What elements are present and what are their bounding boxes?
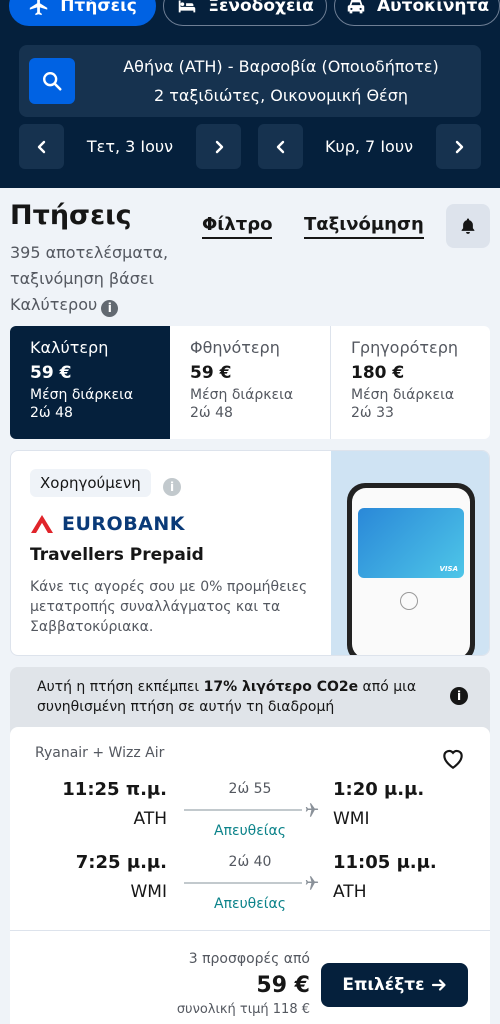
- stops-label: Απευθείας: [214, 896, 286, 912]
- depart-date[interactable]: Τετ, 3 Ιουν: [70, 124, 190, 169]
- departure-time: 11:25 π.μ.: [62, 779, 167, 800]
- route-line: [184, 882, 302, 884]
- search-icon: [43, 72, 62, 91]
- divider: [10, 930, 490, 931]
- flight-leg-return: 7:25 μ.μ. WMI 2ώ 40 Απευθείας 11:05 μ.μ.…: [10, 852, 490, 912]
- sort-option-label: Φθηνότερη: [190, 338, 280, 357]
- eco-text-before: Αυτή η πτήση εκπέμπει: [37, 679, 204, 695]
- tab-hotels-label: Ξενοδοχεία: [208, 0, 314, 16]
- arrival-time: 11:05 μ.μ.: [333, 852, 437, 873]
- offers-count: 3 προσφορές από: [188, 951, 310, 967]
- sort-option-duration: 2ώ 33: [351, 405, 394, 421]
- eco-highlight: 17% λιγότερο CO2e: [203, 679, 359, 695]
- ad-image: VISA: [331, 451, 489, 655]
- arrival-airport: WMI: [333, 809, 370, 829]
- results-summary: 395 αποτελέσματα, ταξινόμηση βάσει Καλύτ…: [10, 240, 200, 318]
- search-route: Αθήνα (ATH) - Βαρσοβία (Οποιοδήποτε): [123, 57, 439, 76]
- stops-label: Απευθείας: [214, 823, 286, 839]
- flight-duration: 2ώ 40: [228, 854, 272, 870]
- tab-cars[interactable]: Αυτοκίνητα: [334, 0, 500, 26]
- tab-flights-label: Πτήσεις: [60, 0, 137, 16]
- eurobank-logo: EUROBANK: [30, 513, 185, 535]
- airline-names: Ryanair + Wizz Air: [35, 745, 165, 761]
- tab-cars-label: Αυτοκίνητα: [376, 0, 490, 16]
- car-icon: [347, 0, 365, 14]
- departure-airport: ATH: [133, 809, 167, 829]
- sort-option-duration: 2ώ 48: [190, 405, 233, 421]
- search-button[interactable]: [29, 58, 75, 104]
- sort-option-sub: Μέση διάρκεια: [190, 387, 294, 403]
- brand-name: EUROBANK: [62, 513, 186, 535]
- sort-option-price: 59 €: [30, 363, 72, 383]
- results-summary-text: 395 αποτελέσματα, ταξινόμηση βάσει Καλύτ…: [10, 243, 169, 314]
- arrow-right-icon: [431, 979, 446, 991]
- phone-illustration: VISA: [347, 483, 475, 655]
- chevron-right-icon: [455, 140, 463, 153]
- chevron-right-icon: [215, 140, 223, 153]
- ad-title: Travellers Prepaid: [30, 545, 204, 565]
- arrival-airport: ATH: [333, 882, 367, 902]
- plane-icon: [305, 803, 319, 817]
- nfc-icon: [400, 592, 418, 610]
- info-icon[interactable]: i: [450, 687, 468, 705]
- return-next-button[interactable]: [436, 124, 481, 169]
- plane-icon: [30, 0, 48, 16]
- sort-option-duration: 2ώ 48: [30, 405, 73, 421]
- bed-icon: [178, 0, 196, 13]
- sponsored-ad[interactable]: Χορηγούμενη i EUROBANK Travellers Prepai…: [10, 450, 490, 656]
- sort-option-label: Γρηγορότερη: [351, 338, 458, 357]
- phone-screen: VISA: [352, 488, 470, 655]
- tab-flights[interactable]: Πτήσεις: [9, 0, 156, 26]
- sort-button[interactable]: Ταξινόμηση: [304, 214, 424, 239]
- sort-option-sub: Μέση διάρκεια: [30, 387, 134, 403]
- filter-button[interactable]: Φίλτρο: [202, 214, 273, 239]
- info-icon[interactable]: i: [163, 478, 181, 496]
- results-header: Πτήσεις 395 αποτελέσματα, ταξινόμηση βάσ…: [0, 188, 500, 321]
- flight-duration: 2ώ 55: [228, 781, 272, 797]
- page-title: Πτήσεις: [10, 200, 132, 231]
- sort-options: Καλύτερη 59 € Μέση διάρκεια 2ώ 48 Φθηνότ…: [10, 326, 490, 439]
- date-bar: Τετ, 3 Ιουν Κυρ, 7 Ιουν: [0, 124, 500, 170]
- flight-price: 59 €: [256, 973, 310, 998]
- sort-option-sub: Μέση διάρκεια: [351, 387, 455, 403]
- departure-time: 7:25 μ.μ.: [75, 852, 167, 873]
- info-icon[interactable]: i: [101, 300, 119, 317]
- flight-result-card[interactable]: Ryanair + Wizz Air 11:25 π.μ. ATH 2ώ 55 …: [10, 727, 490, 1024]
- sort-option-cheapest[interactable]: Φθηνότερη 59 € Μέση διάρκεια 2ώ 48: [170, 326, 330, 439]
- return-date[interactable]: Κυρ, 7 Ιουν: [309, 124, 429, 169]
- chevron-left-icon: [276, 140, 284, 153]
- depart-next-button[interactable]: [196, 124, 241, 169]
- select-button-label: Επιλέξτε: [342, 975, 425, 995]
- total-price: συνολική τιμή 118 €: [176, 1002, 310, 1017]
- sort-option-best[interactable]: Καλύτερη 59 € Μέση διάρκεια 2ώ 48: [10, 326, 170, 439]
- route-line: [184, 809, 302, 811]
- ad-description: Κάνε τις αγορές σου με 0% προμήθειες μετ…: [30, 579, 308, 635]
- price-alert-button[interactable]: [446, 204, 490, 248]
- search-summary[interactable]: Αθήνα (ATH) - Βαρσοβία (Οποιοδήποτε) 2 τ…: [19, 45, 481, 117]
- sort-option-fastest[interactable]: Γρηγορότερη 180 € Μέση διάρκεια 2ώ 33: [331, 326, 490, 439]
- return-prev-button[interactable]: [258, 124, 303, 169]
- search-details: 2 ταξιδιώτες, Οικονομική Θέση: [154, 86, 408, 105]
- bell-icon: [461, 218, 475, 234]
- flight-leg-outbound: 11:25 π.μ. ATH 2ώ 55 Απευθείας 1:20 μ.μ.…: [10, 779, 490, 839]
- eco-text: Αυτή η πτήση εκπέμπει 17% λιγότερο CO2e …: [37, 677, 437, 717]
- select-button[interactable]: Επιλέξτε: [321, 963, 468, 1007]
- sponsored-badge: Χορηγούμενη: [30, 469, 151, 497]
- departure-airport: WMI: [130, 882, 168, 902]
- plane-icon: [305, 876, 319, 890]
- chevron-left-icon: [37, 140, 45, 153]
- sort-option-label: Καλύτερη: [30, 338, 109, 357]
- vertical-tabs: Πτήσεις Ξενοδοχεία Αυτοκίνητα: [0, 0, 500, 28]
- heart-icon[interactable]: [440, 745, 466, 771]
- arrival-time: 1:20 μ.μ.: [333, 779, 425, 800]
- tab-hotels[interactable]: Ξενοδοχεία: [163, 0, 327, 26]
- card-illustration: VISA: [358, 508, 464, 578]
- sort-option-price: 59 €: [190, 363, 232, 383]
- eurobank-logo-icon: [31, 515, 53, 533]
- sort-option-price: 180 €: [351, 363, 405, 383]
- search-header: Πτήσεις Ξενοδοχεία Αυτοκίνητα Αθήνα (ATH…: [0, 0, 500, 188]
- depart-prev-button[interactable]: [19, 124, 64, 169]
- visa-logo: VISA: [439, 565, 458, 573]
